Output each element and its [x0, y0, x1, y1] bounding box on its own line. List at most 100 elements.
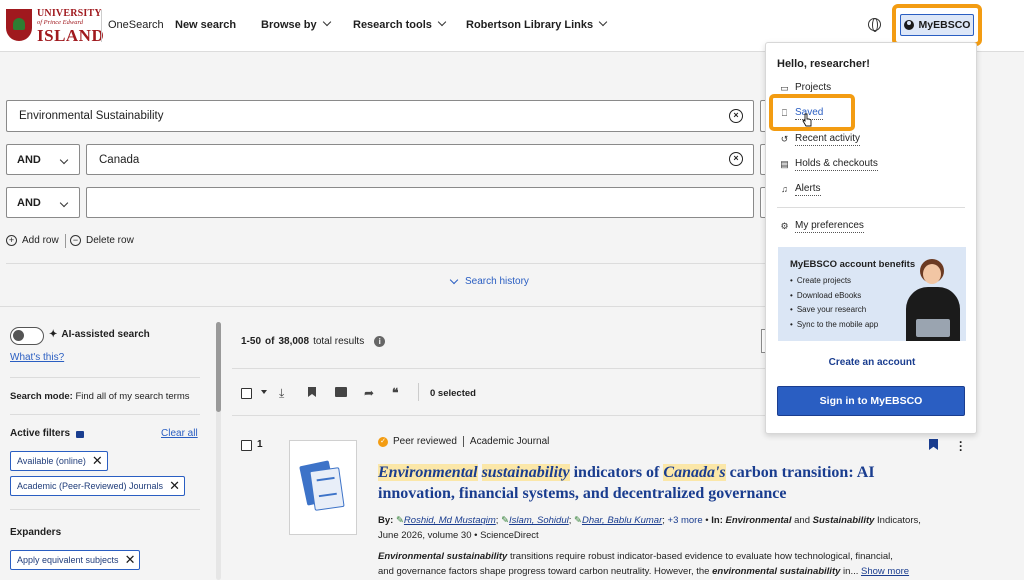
operator-select-row3[interactable]: AND [6, 187, 80, 218]
research-tools-menu[interactable]: Research tools [353, 17, 447, 31]
clear-all-link[interactable]: Clear all [161, 428, 198, 439]
chevron-down-icon [598, 17, 608, 27]
info-icon[interactable]: i [374, 336, 386, 347]
laptop-icon [916, 319, 950, 337]
result-thumbnail[interactable] [289, 440, 357, 535]
select-all-checkbox[interactable] [241, 388, 252, 399]
more-authors-link[interactable]: +3 more [668, 515, 703, 526]
author-icon: ✎ [501, 515, 510, 526]
operator-select-row2[interactable]: AND [6, 144, 80, 175]
delete-row-button[interactable]: − Delete row [70, 235, 134, 246]
toolbar-divider [418, 383, 419, 401]
result-title-link[interactable]: Environmental sustainability indicators … [378, 462, 918, 504]
robertson-links-menu[interactable]: Robertson Library Links [466, 17, 608, 31]
show-more-link[interactable]: Show more [861, 566, 909, 577]
chevron-down-icon [59, 198, 69, 208]
robertson-links-label: Robertson Library Links [466, 19, 594, 31]
results-total: 38,008 [278, 336, 310, 347]
close-icon[interactable]: ✕ [125, 553, 136, 566]
sign-in-button[interactable]: Sign in to MyEBSCO [777, 386, 965, 416]
search-row1-value: Environmental Sustainability [19, 110, 164, 122]
folder-icon[interactable] [335, 387, 347, 397]
bookmark-icon[interactable] [308, 387, 316, 397]
sparkle-icon: ✦ [49, 329, 58, 340]
results-total-label: total results [313, 336, 365, 347]
author-link[interactable]: Dhar, Bablu Kumar [582, 515, 662, 526]
research-tools-label: Research tools [353, 19, 432, 31]
benefit-item: Sync to the mobile app [790, 318, 878, 333]
greeting: Hello, researcher! [777, 58, 870, 70]
user-icon [903, 20, 914, 30]
new-search-link[interactable]: New search [175, 19, 236, 31]
document-icon [309, 467, 345, 511]
expanders-heading: Expanders [10, 527, 62, 538]
minus-icon: − [70, 235, 81, 246]
book-icon: ▤ [780, 159, 789, 169]
menu-item-preferences[interactable]: ⚙ My preferences [780, 220, 864, 233]
benefits-list: Create projects Download eBooks Save you… [790, 274, 878, 332]
benefits-card: MyEBSCO account benefits Create projects… [778, 247, 966, 341]
menu-item-holds[interactable]: ▤ Holds & checkouts [780, 158, 878, 171]
logo-line2: of Prince Edward [37, 19, 83, 26]
myebsco-button[interactable]: MyEBSCO [900, 14, 974, 36]
ai-toggle[interactable] [10, 327, 44, 345]
clear-icon[interactable]: × [729, 152, 743, 166]
onesearch-label: OneSearch [108, 19, 164, 31]
pub-line: June 2026, volume 30 • ScienceDirect [378, 530, 539, 541]
author-link[interactable]: Roshid, Md Mustaqim [404, 515, 496, 526]
result-checkbox[interactable] [241, 440, 252, 451]
results-count: 1-50 of 38,008 total results i [241, 336, 386, 347]
logo-divider [101, 10, 102, 42]
share-icon[interactable]: ➦ [364, 386, 374, 400]
dropdown-divider [777, 207, 965, 208]
section-divider [6, 263, 766, 264]
author-icon: ✎ [574, 515, 582, 526]
caret-down-icon[interactable] [261, 390, 267, 394]
benefit-item: Save your research [790, 303, 878, 318]
saved-highlight [769, 94, 855, 131]
menu-item-alerts[interactable]: ♫ Alerts [780, 183, 821, 196]
bookmark-icon[interactable] [929, 439, 938, 450]
logo-line1: UNIVERSITY [37, 8, 102, 19]
lock-icon [76, 431, 85, 438]
checkmark-icon: ✓ [378, 436, 388, 447]
download-icon[interactable]: ⤓ [279, 386, 284, 401]
operator-row2-label: AND [17, 153, 41, 166]
search-history-toggle[interactable]: Search history [449, 275, 529, 287]
expander-chip[interactable]: Apply equivalent subjects ✕ [10, 550, 141, 570]
search-mode[interactable]: Search mode: Find all of my search terms [10, 391, 190, 402]
menu-item-label: Alerts [795, 183, 821, 196]
plus-icon: + [6, 235, 17, 246]
active-filters-heading: Active filters [10, 428, 85, 439]
filter-chip[interactable]: Available (online) ✕ [10, 451, 108, 471]
filter-chip[interactable]: Academic (Peer-Reviewed) Journals ✕ [10, 476, 185, 496]
search-input-row2[interactable]: Canada [86, 144, 754, 175]
menu-item-recent-activity[interactable]: ↺ Recent activity [780, 133, 861, 146]
hand-cursor-icon [802, 113, 812, 127]
filter-chip-label: Available (online) [17, 456, 86, 466]
create-account-link[interactable]: Create an account [766, 357, 978, 368]
author-link[interactable]: Islam, Sohidul [509, 515, 569, 526]
search-history-label: Search history [465, 276, 529, 287]
filter-scrollbar[interactable] [216, 322, 221, 412]
myebsco-highlight: MyEBSCO [892, 4, 982, 46]
search-input-row3[interactable] [86, 187, 754, 218]
browse-by-menu[interactable]: Browse by [261, 17, 331, 31]
whats-this-link[interactable]: What's this? [10, 352, 64, 363]
filter-divider [10, 414, 200, 415]
close-icon[interactable]: ✕ [169, 479, 180, 492]
results-range: 1-50 [241, 336, 262, 347]
add-row-button[interactable]: + Add row [6, 235, 59, 246]
university-logo[interactable]: UNIVERSITY of Prince Edward ISLAND [6, 7, 104, 45]
bell-icon: ♫ [781, 184, 788, 194]
filter-chip-label: Academic (Peer-Reviewed) Journals [17, 481, 164, 491]
more-options-icon[interactable]: · · · [959, 436, 963, 456]
ai-search-label: AI-assisted search [61, 329, 150, 340]
cite-icon[interactable]: ❝ [392, 386, 398, 400]
globe-icon[interactable] [868, 18, 881, 32]
close-icon[interactable]: ✕ [92, 454, 103, 467]
search-input-row1[interactable]: Environmental Sustainability [6, 100, 754, 132]
title-highlight: Environmental [378, 464, 478, 481]
folder-icon: ▭ [780, 83, 789, 93]
clear-icon[interactable]: × [729, 109, 743, 123]
